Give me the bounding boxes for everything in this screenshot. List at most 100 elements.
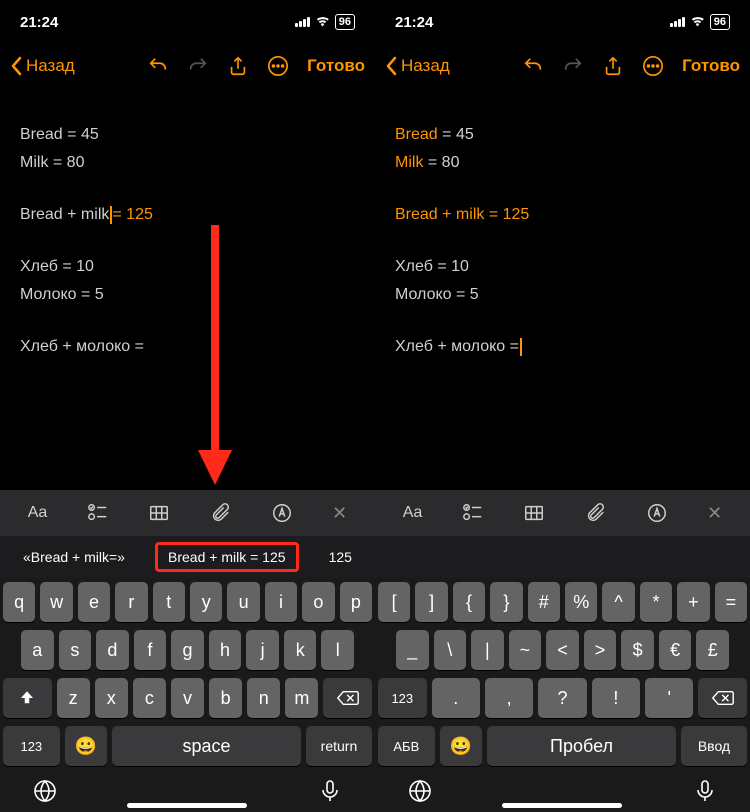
text-format-button[interactable]: Aa <box>403 504 423 522</box>
key-s[interactable]: s <box>59 630 92 670</box>
return-key[interactable]: Ввод <box>681 726 747 766</box>
done-button[interactable]: Готово <box>682 56 740 76</box>
table-button[interactable] <box>148 502 170 524</box>
key-v[interactable]: v <box>171 678 204 718</box>
emoji-key[interactable]: 😀 <box>440 726 482 766</box>
shift-key[interactable] <box>3 678 52 718</box>
key-h[interactable]: h <box>209 630 242 670</box>
key-w[interactable]: w <box>40 582 72 622</box>
close-toolbar-button[interactable]: ✕ <box>707 503 722 524</box>
table-button[interactable] <box>523 502 545 524</box>
share-button[interactable] <box>602 55 624 77</box>
status-time: 21:24 <box>20 14 58 31</box>
back-button[interactable]: Назад <box>10 56 75 76</box>
markup-button[interactable] <box>646 502 668 524</box>
key-z[interactable]: z <box>57 678 90 718</box>
backspace-key[interactable] <box>698 678 747 718</box>
key-=[interactable]: = <box>715 582 747 622</box>
key-f[interactable]: f <box>134 630 167 670</box>
key-€[interactable]: € <box>659 630 692 670</box>
key-x[interactable]: x <box>95 678 128 718</box>
key-_[interactable]: _ <box>396 630 429 670</box>
attach-button[interactable] <box>209 502 231 524</box>
more-button[interactable] <box>267 55 289 77</box>
key-b[interactable]: b <box>209 678 242 718</box>
number-key[interactable]: 123 <box>3 726 60 766</box>
key-£[interactable]: £ <box>696 630 729 670</box>
space-key[interactable]: Пробел <box>487 726 676 766</box>
key-a[interactable]: a <box>21 630 54 670</box>
key-}[interactable]: } <box>490 582 522 622</box>
back-button[interactable]: Назад <box>385 56 450 76</box>
key->[interactable]: > <box>584 630 617 670</box>
key-m[interactable]: m <box>285 678 318 718</box>
home-indicator[interactable] <box>127 803 247 808</box>
key-![interactable]: ! <box>592 678 640 718</box>
home-indicator[interactable] <box>502 803 622 808</box>
key-\[interactable]: \ <box>434 630 467 670</box>
key-<[interactable]: < <box>546 630 579 670</box>
more-button[interactable] <box>642 55 664 77</box>
key-[[interactable]: [ <box>378 582 410 622</box>
emoji-key[interactable]: 😀 <box>65 726 107 766</box>
key-e[interactable]: e <box>78 582 110 622</box>
key-?[interactable]: ? <box>538 678 586 718</box>
key-.[interactable]: . <box>432 678 480 718</box>
key-~[interactable]: ~ <box>509 630 542 670</box>
suggestion-1[interactable]: «Bread + milk=» <box>15 545 133 569</box>
suggestion-3[interactable]: 125 <box>321 545 360 569</box>
key-][interactable]: ] <box>415 582 447 622</box>
wifi-icon <box>690 14 705 31</box>
backspace-key[interactable] <box>323 678 372 718</box>
markup-button[interactable] <box>271 502 293 524</box>
globe-key[interactable] <box>408 779 432 808</box>
key-r[interactable]: r <box>115 582 147 622</box>
abc-key[interactable]: АБВ <box>378 726 435 766</box>
key-k[interactable]: k <box>284 630 317 670</box>
key-|[interactable]: | <box>471 630 504 670</box>
return-key[interactable]: return <box>306 726 372 766</box>
chevron-left-icon <box>385 56 397 76</box>
suggestion-2[interactable]: Bread + milk = 125 <box>155 542 299 572</box>
key-+[interactable]: + <box>677 582 709 622</box>
attach-button[interactable] <box>584 502 606 524</box>
key-j[interactable]: j <box>246 630 279 670</box>
key-$[interactable]: $ <box>621 630 654 670</box>
globe-key[interactable] <box>33 779 57 808</box>
space-key[interactable]: space <box>112 726 301 766</box>
undo-button[interactable] <box>522 55 544 77</box>
key-t[interactable]: t <box>153 582 185 622</box>
share-button[interactable] <box>227 55 249 77</box>
key-,[interactable]: , <box>485 678 533 718</box>
key-q[interactable]: q <box>3 582 35 622</box>
keyboard-left[interactable]: qwertyuiop asdfghjkl zxcvbnm 123 😀 space… <box>0 578 375 812</box>
checklist-button[interactable] <box>462 502 484 524</box>
mic-key[interactable] <box>693 779 717 808</box>
key-l[interactable]: l <box>321 630 354 670</box>
close-toolbar-button[interactable]: ✕ <box>332 503 347 524</box>
keyboard-right[interactable]: []{}#%^*+= _\|~<>$€£ 123 .,?!' АБВ 😀 Про… <box>375 578 750 812</box>
key-'[interactable]: ' <box>645 678 693 718</box>
text-format-button[interactable]: Aa <box>28 504 48 522</box>
key-u[interactable]: u <box>227 582 259 622</box>
key-n[interactable]: n <box>247 678 280 718</box>
key-i[interactable]: i <box>265 582 297 622</box>
key-%[interactable]: % <box>565 582 597 622</box>
done-button[interactable]: Готово <box>307 56 365 76</box>
checklist-button[interactable] <box>87 502 109 524</box>
key-y[interactable]: y <box>190 582 222 622</box>
undo-button[interactable] <box>147 55 169 77</box>
key-*[interactable]: * <box>640 582 672 622</box>
key-p[interactable]: p <box>340 582 372 622</box>
key-#[interactable]: # <box>528 582 560 622</box>
key-c[interactable]: c <box>133 678 166 718</box>
mic-key[interactable] <box>318 779 342 808</box>
num-toggle-key[interactable]: 123 <box>378 678 427 718</box>
key-o[interactable]: o <box>302 582 334 622</box>
key-{[interactable]: { <box>453 582 485 622</box>
suggestion-bar: «Bread + milk=» Bread + milk = 125 125 <box>0 536 375 578</box>
key-d[interactable]: d <box>96 630 129 670</box>
key-g[interactable]: g <box>171 630 204 670</box>
key-^[interactable]: ^ <box>602 582 634 622</box>
navigation-bar: Назад Готово <box>0 44 375 88</box>
